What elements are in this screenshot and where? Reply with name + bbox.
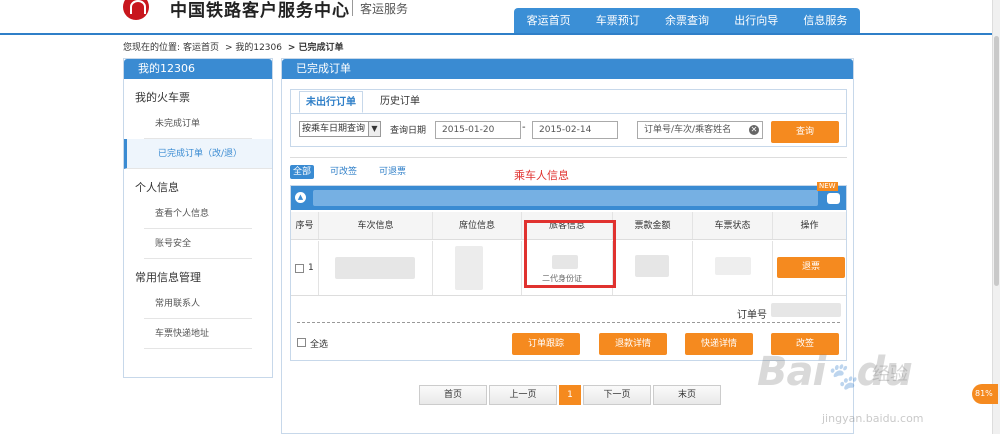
col-train-info: 车次信息: [319, 212, 433, 239]
scrollbar-thumb[interactable]: [994, 36, 999, 286]
sidebar: 我的12306 我的火车票 未完成订单 已完成订单（改/退） 个人信息 查看个人…: [123, 58, 273, 378]
header-divider: [0, 33, 1000, 35]
blurred-status: [715, 257, 751, 275]
main-title: 已完成订单: [282, 59, 853, 79]
sidebar-group-personal: 个人信息: [135, 181, 179, 194]
search-input[interactable]: 订单号/车次/乘客姓名 ✕: [637, 121, 763, 139]
order-number-row: 订单号: [291, 302, 846, 321]
railway-logo-icon: [123, 0, 149, 20]
watermark-url: jingyan.baidu.com: [822, 412, 924, 425]
sidebar-item-delivery-address[interactable]: 车票快递地址: [144, 319, 252, 349]
breadcrumb-current: > 已完成订单: [287, 43, 344, 53]
page-scrollbar[interactable]: [992, 0, 1000, 434]
breadcrumb: 您现在的位置: 客运首页 > 我的12306 > 已完成订单: [123, 40, 347, 53]
refund-details-button[interactable]: 退款详情: [599, 333, 667, 355]
order-filter-tabs: 全部 可改签 可退票: [290, 165, 428, 179]
blurred-train-info: [335, 257, 415, 279]
chevron-down-icon: ▼: [368, 122, 380, 136]
sidebar-item-account-security[interactable]: 账号安全: [144, 229, 252, 259]
page-last[interactable]: 末页: [653, 385, 721, 405]
date-separator: -: [522, 122, 526, 133]
query-button[interactable]: 查询: [771, 121, 839, 143]
col-fare: 票款金额: [613, 212, 693, 239]
nav-home[interactable]: 客运首页: [514, 8, 583, 33]
highlight-box: [524, 220, 616, 288]
page-current[interactable]: 1: [559, 385, 581, 405]
section-divider: [290, 157, 847, 158]
date-to-input[interactable]: 2015-02-14: [532, 121, 618, 139]
nav-travel-guide[interactable]: 出行向导: [722, 8, 791, 33]
actions-cell: 退票: [773, 241, 846, 295]
logo-subtitle: 客运服务: [360, 2, 409, 16]
order-number-label: 订单号: [737, 310, 767, 321]
sidebar-group-common-info: 常用信息管理: [135, 271, 201, 284]
sidebar-item-view-profile[interactable]: 查看个人信息: [144, 199, 252, 229]
subtab-changeable[interactable]: 可改签: [330, 165, 357, 179]
watermark-brand: Bai: [757, 349, 826, 395]
nav-remaining-tickets[interactable]: 余票查询: [652, 8, 721, 33]
sidebar-item-contacts[interactable]: 常用联系人: [144, 289, 252, 319]
row-index-cell: 1: [291, 241, 319, 295]
pagination: 首页 上一页 1 下一页 末页: [419, 385, 723, 405]
dashed-divider: [297, 322, 840, 323]
nav-info-service[interactable]: 信息服务: [791, 8, 860, 33]
row-checkbox[interactable]: [295, 264, 304, 273]
logo-divider: [352, 0, 353, 16]
sidebar-group-tickets: 我的火车票: [135, 91, 190, 104]
breadcrumb-home[interactable]: 客运首页: [183, 43, 219, 53]
page-next[interactable]: 下一页: [583, 385, 651, 405]
tab-upcoming-orders[interactable]: 未出行订单: [299, 91, 363, 113]
top-nav: 客运首页 车票预订 余票查询 出行向导 信息服务: [514, 8, 860, 33]
col-ticket-status: 车票状态: [693, 212, 773, 239]
train-info-cell: [319, 241, 433, 295]
chevron-up-icon[interactable]: ▲: [295, 192, 306, 203]
new-badge: NEW: [817, 182, 838, 191]
col-index: 序号: [291, 212, 319, 239]
breadcrumb-prefix: 您现在的位置:: [123, 43, 181, 53]
select-all-checkbox[interactable]: [297, 338, 306, 347]
page-prev[interactable]: 上一页: [489, 385, 557, 405]
sidebar-item-completed-orders[interactable]: 已完成订单（改/退）: [124, 139, 272, 169]
subtab-refundable[interactable]: 可退票: [379, 165, 406, 179]
passenger-info-annotation: 乘车人信息: [514, 169, 569, 182]
col-seat-info: 席位信息: [433, 212, 522, 239]
logo-text: 中国铁路客户服务中心: [170, 1, 350, 21]
progress-badge[interactable]: 81%: [972, 384, 998, 404]
query-type-value: 按乘车日期查询: [302, 124, 366, 134]
sidebar-item-unfinished-orders[interactable]: 未完成订单: [144, 109, 252, 139]
nav-booking[interactable]: 车票预订: [583, 8, 652, 33]
blurred-order-number: [771, 303, 841, 317]
date-from-input[interactable]: 2015-01-20: [435, 121, 521, 139]
breadcrumb-my12306[interactable]: > 我的12306: [225, 43, 282, 53]
watermark-cn: 经验: [872, 364, 908, 385]
clear-icon[interactable]: ✕: [749, 125, 759, 135]
search-placeholder: 订单号/车次/乘客姓名: [644, 125, 732, 135]
date-label: 查询日期: [390, 126, 427, 136]
seat-info-cell: [433, 241, 522, 295]
subtab-all[interactable]: 全部: [290, 165, 315, 179]
col-actions: 操作: [800, 221, 819, 231]
blurred-fare: [635, 255, 669, 277]
tab-history-orders[interactable]: 历史订单: [365, 91, 435, 113]
fare-cell: [613, 241, 693, 295]
status-cell: [693, 241, 773, 295]
filter-panel: 未出行订单 历史订单 按乘车日期查询 ▼ 查询日期 2015-01-20 - 2…: [290, 89, 847, 147]
header: 中国铁路客户服务中心 客运服务 客运首页 车票预订 余票查询 出行向导 信息服务: [0, 0, 1000, 34]
bus-icon: [827, 193, 840, 204]
row-index: 1: [308, 263, 314, 273]
delivery-details-button[interactable]: 快递详情: [685, 333, 753, 355]
refund-button[interactable]: 退票: [777, 257, 845, 278]
order-tracking-button[interactable]: 订单跟踪: [512, 333, 580, 355]
blurred-order-summary: [313, 190, 818, 206]
page-first[interactable]: 首页: [419, 385, 487, 405]
tab-underline: [291, 113, 846, 114]
order-card-header[interactable]: ▲ NEW: [291, 182, 846, 210]
select-all-label: 全选: [310, 340, 329, 350]
sidebar-title: 我的12306: [124, 59, 272, 79]
paw-icon: 🐾: [825, 362, 857, 392]
blurred-seat-info: [455, 246, 483, 290]
query-type-select[interactable]: 按乘车日期查询 ▼: [299, 121, 381, 137]
